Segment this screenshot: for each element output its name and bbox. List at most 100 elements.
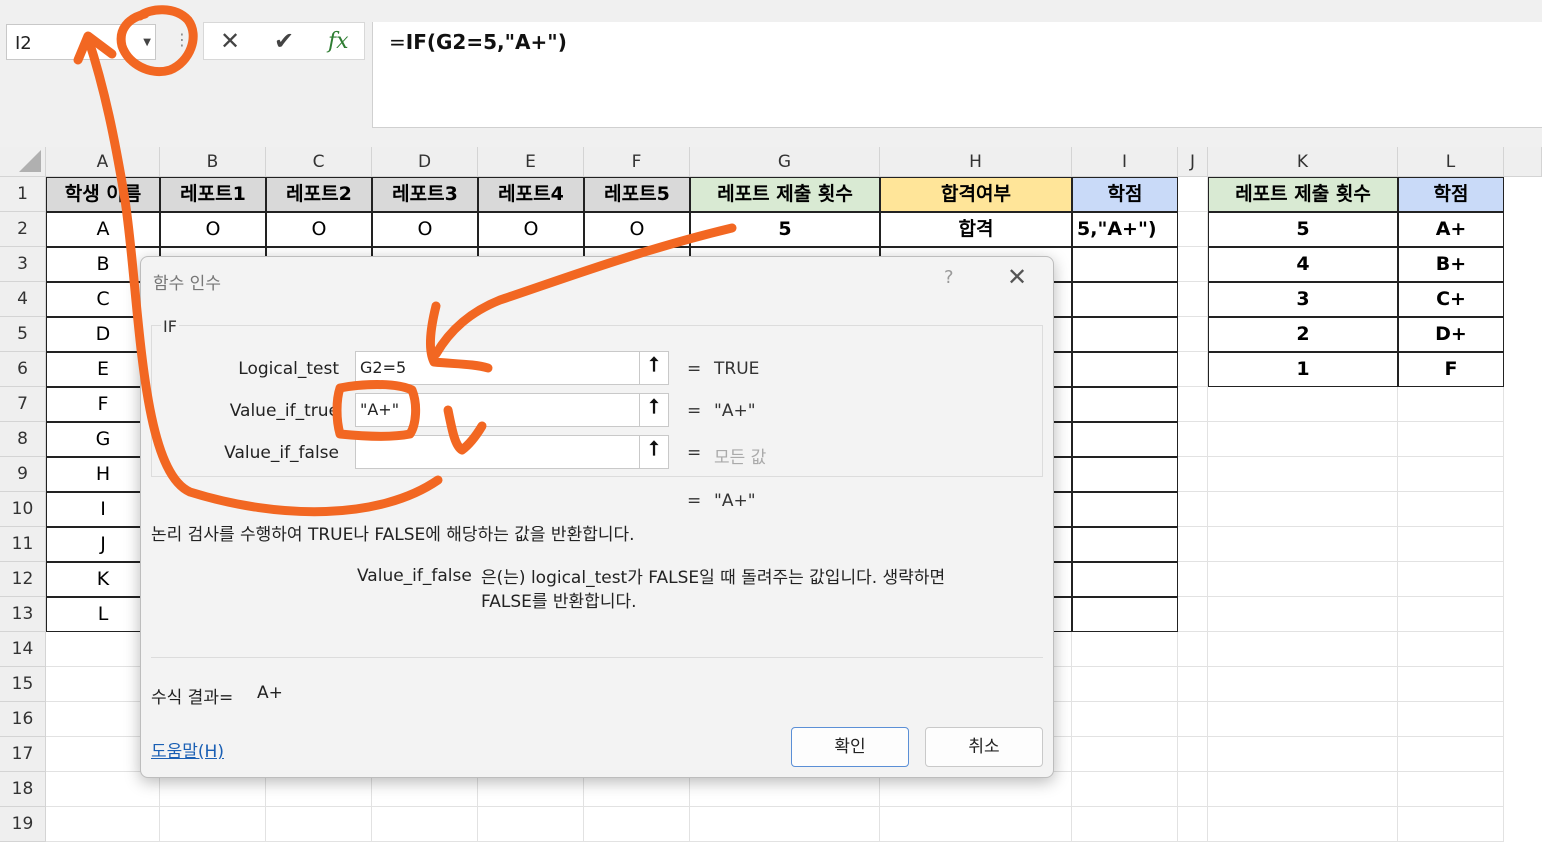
table-cell[interactable]: A: [46, 212, 160, 247]
table-header-cell[interactable]: 레포트2: [266, 177, 372, 212]
ok-button[interactable]: 확인: [791, 727, 909, 767]
cell[interactable]: [1398, 772, 1504, 807]
row-header[interactable]: 13: [0, 597, 46, 632]
cell[interactable]: [1398, 632, 1504, 667]
row-header[interactable]: 19: [0, 807, 46, 842]
cell[interactable]: [1398, 667, 1504, 702]
cell[interactable]: [1208, 422, 1398, 457]
grade-count-cell[interactable]: 1: [1208, 352, 1398, 387]
table-cell[interactable]: O: [372, 212, 478, 247]
cell[interactable]: [1072, 807, 1178, 842]
table-header-cell[interactable]: 레포트 제출 횟수: [1208, 177, 1398, 212]
cell[interactable]: [1178, 527, 1208, 562]
table-cell[interactable]: [1072, 457, 1178, 492]
cell[interactable]: [1178, 282, 1208, 317]
row-header[interactable]: 6: [0, 352, 46, 387]
table-header-cell[interactable]: 레포트4: [478, 177, 584, 212]
cell[interactable]: [1208, 737, 1398, 772]
cell[interactable]: [46, 807, 160, 842]
cell[interactable]: [1178, 562, 1208, 597]
cell[interactable]: [1208, 387, 1398, 422]
cell[interactable]: [1178, 667, 1208, 702]
table-cell[interactable]: [1072, 352, 1178, 387]
cell[interactable]: [1178, 597, 1208, 632]
table-cell[interactable]: 5,"A+"): [1072, 212, 1178, 247]
cell[interactable]: [1208, 562, 1398, 597]
row-header[interactable]: 16: [0, 702, 46, 737]
row-header[interactable]: 14: [0, 632, 46, 667]
cell[interactable]: [1398, 702, 1504, 737]
grade-cell[interactable]: B+: [1398, 247, 1504, 282]
grade-count-cell[interactable]: 5: [1208, 212, 1398, 247]
grade-cell[interactable]: A+: [1398, 212, 1504, 247]
cell[interactable]: [1178, 177, 1208, 212]
table-cell[interactable]: O: [160, 212, 266, 247]
column-header[interactable]: D: [372, 147, 478, 177]
table-cell[interactable]: [1072, 317, 1178, 352]
row-header[interactable]: 18: [0, 772, 46, 807]
table-cell[interactable]: [1072, 387, 1178, 422]
row-header[interactable]: 2: [0, 212, 46, 247]
cell[interactable]: [1398, 737, 1504, 772]
cell[interactable]: [1178, 807, 1208, 842]
row-header[interactable]: 8: [0, 422, 46, 457]
column-header[interactable]: B: [160, 147, 266, 177]
cell[interactable]: [1072, 667, 1178, 702]
cell[interactable]: [1208, 597, 1398, 632]
cell[interactable]: [1208, 667, 1398, 702]
cell[interactable]: [1208, 772, 1398, 807]
column-header[interactable]: H: [880, 147, 1072, 177]
cell[interactable]: [1398, 597, 1504, 632]
table-header-cell[interactable]: 합격여부: [880, 177, 1072, 212]
cell[interactable]: [1208, 527, 1398, 562]
column-header[interactable]: A: [46, 147, 160, 177]
row-header[interactable]: 15: [0, 667, 46, 702]
cell[interactable]: [1398, 457, 1504, 492]
cell[interactable]: [1398, 527, 1504, 562]
grade-cell[interactable]: D+: [1398, 317, 1504, 352]
table-cell[interactable]: O: [266, 212, 372, 247]
table-cell[interactable]: [1072, 247, 1178, 282]
cell[interactable]: [1178, 317, 1208, 352]
cell[interactable]: [1398, 807, 1504, 842]
column-header[interactable]: L: [1398, 147, 1504, 177]
help-link[interactable]: 도움말(H): [151, 737, 224, 762]
grade-cell[interactable]: F: [1398, 352, 1504, 387]
formula-input[interactable]: =IF(G2=5,"A+"): [372, 22, 1542, 128]
cell[interactable]: [584, 807, 690, 842]
cell[interactable]: [1072, 772, 1178, 807]
row-header[interactable]: 7: [0, 387, 46, 422]
select-all-corner[interactable]: [0, 147, 46, 177]
table-header-cell[interactable]: 레포트 제출 횟수: [690, 177, 880, 212]
row-header[interactable]: 1: [0, 177, 46, 212]
cell[interactable]: [1208, 492, 1398, 527]
cell[interactable]: [1072, 737, 1178, 772]
drag-handle-icon[interactable]: ⋮: [174, 30, 190, 49]
cell[interactable]: [1178, 772, 1208, 807]
cancel-button[interactable]: 취소: [925, 727, 1043, 767]
table-cell[interactable]: [1072, 597, 1178, 632]
table-cell[interactable]: [1072, 562, 1178, 597]
close-icon[interactable]: ✕: [1007, 263, 1027, 291]
row-header[interactable]: 5: [0, 317, 46, 352]
grade-cell[interactable]: C+: [1398, 282, 1504, 317]
row-header[interactable]: 3: [0, 247, 46, 282]
row-header[interactable]: 12: [0, 562, 46, 597]
cell[interactable]: [1178, 212, 1208, 247]
value-if-false-input[interactable]: [355, 435, 669, 469]
cancel-icon[interactable]: ✕: [220, 27, 240, 55]
grade-count-cell[interactable]: 2: [1208, 317, 1398, 352]
grade-count-cell[interactable]: 3: [1208, 282, 1398, 317]
table-header-cell[interactable]: 학생 이름: [46, 177, 160, 212]
insert-function-icon[interactable]: fx: [328, 29, 349, 54]
cell[interactable]: [1398, 562, 1504, 597]
cell[interactable]: [1072, 632, 1178, 667]
cell[interactable]: [160, 807, 266, 842]
cell[interactable]: [1178, 632, 1208, 667]
enter-check-icon[interactable]: ✔: [274, 27, 294, 55]
row-header[interactable]: 10: [0, 492, 46, 527]
cell[interactable]: [1398, 387, 1504, 422]
table-cell[interactable]: [1072, 492, 1178, 527]
table-header-cell[interactable]: 레포트3: [372, 177, 478, 212]
column-header[interactable]: E: [478, 147, 584, 177]
